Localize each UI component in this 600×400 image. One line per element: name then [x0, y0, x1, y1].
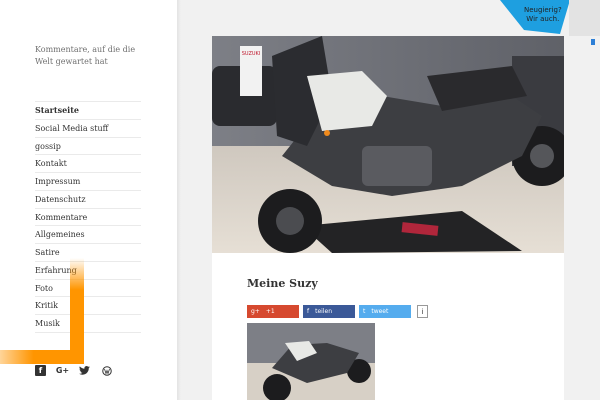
orange-decoration-vertical [70, 258, 84, 364]
article-card: SUZUKI Meine Suzy g+ +1 f teilen t tweet [212, 36, 564, 400]
corner-thumbnail[interactable] [569, 0, 600, 36]
google-plus-share-button[interactable]: g+ +1 [247, 305, 299, 318]
twitter-icon: t [363, 308, 366, 315]
menu-item-kommentare[interactable]: Kommentare [35, 209, 141, 227]
menu-item-kontakt[interactable]: Kontakt [35, 155, 141, 173]
motorcycle-photo: SUZUKI [212, 36, 564, 253]
post-thumbnail[interactable] [247, 323, 375, 400]
site-description: Kommentare, auf die die Welt gewartet ha… [35, 45, 136, 66]
menu-item-social-media[interactable]: Social Media stuff [35, 120, 141, 138]
facebook-share-button[interactable]: f teilen [303, 305, 355, 318]
motorcycle-thumbnail-photo [247, 323, 375, 400]
social-links: f G+ [35, 365, 112, 376]
post-title[interactable]: Meine Suzy [247, 277, 318, 290]
menu-item-impressum[interactable]: Impressum [35, 173, 141, 191]
curiosity-badge-line1: Neugierig? [524, 6, 562, 14]
menu-item-kritik[interactable]: Kritik [35, 297, 141, 315]
menu-item-startseite[interactable]: Startseite [35, 102, 141, 120]
sidebar-shadow [177, 0, 181, 400]
menu-item-gossip[interactable]: gossip [35, 138, 141, 156]
menu-item-datenschutz[interactable]: Datenschutz [35, 191, 141, 209]
scroll-marker [591, 39, 595, 45]
google-plus-icon: g+ [251, 308, 260, 315]
suzuki-banner: SUZUKI [242, 51, 261, 57]
twitter-bird-icon [79, 366, 90, 375]
google-plus-label: +1 [265, 308, 275, 315]
curiosity-badge[interactable]: Neugierig? Wir auch. [524, 6, 562, 24]
facebook-icon[interactable]: f [35, 365, 46, 376]
facebook-icon: f [307, 308, 310, 315]
menu-item-erfahrung[interactable]: Erfahrung [35, 262, 141, 280]
main-menu: Startseite Social Media stuff gossip Kon… [35, 101, 141, 333]
curiosity-badge-line2: Wir auch. [526, 15, 560, 23]
wordpress-logo-icon [101, 365, 112, 376]
menu-item-allgemeines[interactable]: Allgemeines [35, 226, 141, 244]
facebook-share-label: teilen [315, 308, 332, 315]
menu-item-musik[interactable]: Musik [35, 315, 141, 333]
share-info-button[interactable]: i [417, 305, 428, 318]
sidebar: Kommentare, auf die die Welt gewartet ha… [0, 0, 177, 400]
menu-item-foto[interactable]: Foto [35, 280, 141, 298]
twitter-icon[interactable] [79, 365, 90, 376]
menu-item-satire[interactable]: Satire [35, 244, 141, 262]
wordpress-icon[interactable] [101, 365, 112, 376]
google-plus-icon[interactable]: G+ [56, 365, 69, 376]
share-buttons: g+ +1 f teilen t tweet i [247, 305, 428, 318]
twitter-share-label: tweet [371, 308, 389, 315]
orange-decoration-horizontal [0, 350, 84, 364]
hero-image[interactable]: SUZUKI [212, 36, 564, 253]
twitter-share-button[interactable]: t tweet [359, 305, 411, 318]
